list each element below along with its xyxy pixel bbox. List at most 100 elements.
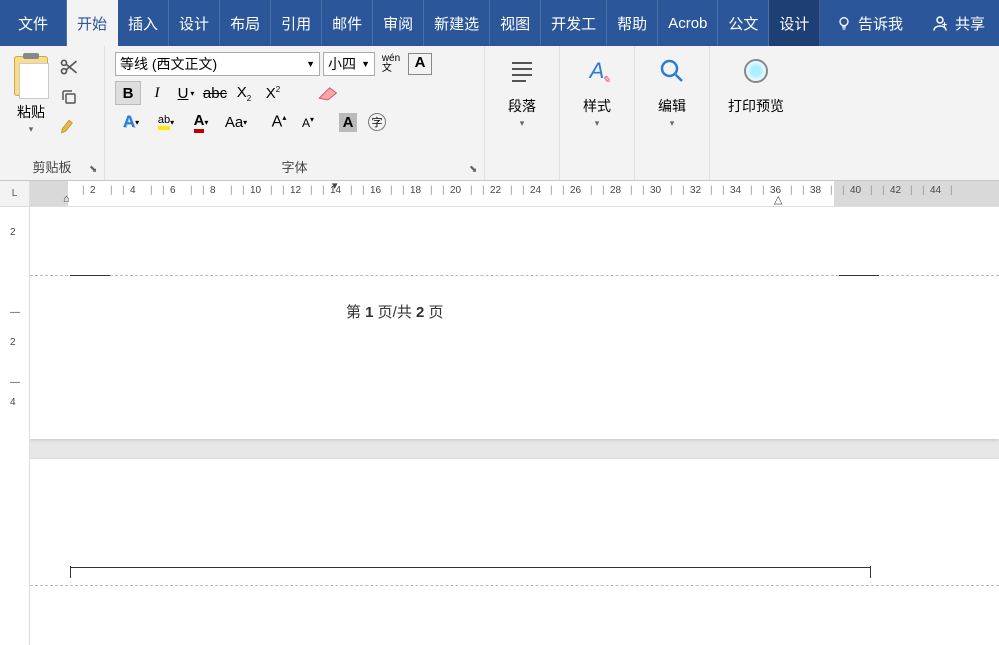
ruler-corner[interactable]: L [0, 181, 30, 206]
paragraph-button[interactable]: 段落 ▾ [503, 52, 541, 129]
copy-icon [60, 88, 78, 106]
share-icon [931, 14, 949, 32]
vertical-ruler[interactable]: 2 — 2 — 4 [0, 207, 30, 645]
ruler-tick: 2 [90, 185, 96, 196]
ruler-tick: 20 [450, 185, 461, 196]
font-name-select[interactable]: 等线 (西文正文) ▼ [115, 52, 320, 76]
clear-formatting-button[interactable] [310, 81, 344, 105]
change-case-button[interactable]: Aa▾ [220, 110, 252, 134]
tab-help[interactable]: 帮助 [607, 0, 658, 46]
character-shading-button[interactable]: A [335, 110, 361, 134]
font-dialog-launcher[interactable]: ⬊ [469, 164, 481, 176]
tab-layout[interactable]: 布局 [220, 0, 271, 46]
font-size-select[interactable]: 小四 ▼ [323, 52, 375, 76]
border-a-icon: A [408, 53, 432, 75]
ruler-tick: 8 [210, 185, 216, 196]
group-font: 等线 (西文正文) ▼ 小四 ▼ wén文 A B I U▾ abc X2 X2 [105, 46, 485, 180]
font-color-icon: A [194, 112, 205, 133]
ruler-tick: 4 [130, 185, 136, 196]
tell-me-button[interactable]: 告诉我 [822, 13, 917, 34]
ruler-tick: 28 [610, 185, 621, 196]
tab-mail[interactable]: 邮件 [322, 0, 373, 46]
document-page-2[interactable] [30, 459, 999, 645]
strikethrough-button[interactable]: abc [202, 81, 228, 105]
chevron-down-icon: ▾ [595, 118, 600, 129]
tell-me-label: 告诉我 [858, 13, 903, 34]
strikethrough-icon: abc [203, 85, 227, 102]
tab-home[interactable]: 开始 [67, 0, 118, 46]
enclose-characters-button[interactable]: 字 [364, 110, 390, 134]
ruler-tick: 34 [730, 185, 741, 196]
ruler-tick: 38 [810, 185, 821, 196]
share-button[interactable]: 共享 [917, 13, 999, 34]
highlight-icon: ab [158, 114, 170, 130]
character-border-button[interactable]: A [407, 52, 433, 76]
editing-button[interactable]: 编辑 ▾ [653, 52, 691, 129]
shrink-font-button[interactable]: A▾ [295, 110, 321, 134]
paragraph-label: 段落 [508, 96, 536, 116]
bold-button[interactable]: B [115, 81, 141, 105]
chevron-down-icon: ▼ [306, 59, 315, 69]
copy-button[interactable] [58, 86, 80, 108]
font-size-value: 小四 [328, 54, 356, 74]
tab-acrobat[interactable]: Acrob [658, 0, 718, 46]
paste-button[interactable]: 粘贴 ▾ [6, 50, 56, 135]
cut-button[interactable] [58, 56, 80, 78]
group-editing: 编辑 ▾ [635, 46, 710, 180]
ruler-tick: 36 [770, 185, 781, 196]
underline-button[interactable]: U▾ [173, 81, 199, 105]
scissors-icon [59, 57, 79, 77]
tab-developer[interactable]: 开发工 [541, 0, 607, 46]
print-preview-button[interactable]: 打印预览 [728, 52, 784, 116]
phonetic-guide-button[interactable]: wén文 [378, 52, 404, 76]
ruler-area: L ▾ ⌂ △ 2||4||6||8||10||12||14||16||18||… [0, 181, 999, 207]
subscript-icon: X2 [237, 84, 251, 103]
highlight-button[interactable]: ab▾ [150, 110, 182, 134]
tab-references[interactable]: 引用 [271, 0, 322, 46]
ruler-tick: 22 [490, 185, 501, 196]
preview-icon [744, 59, 768, 83]
chevron-down-icon: ▾ [520, 118, 525, 129]
tab-view[interactable]: 视图 [490, 0, 541, 46]
superscript-button[interactable]: X2 [260, 81, 286, 105]
clipboard-dialog-launcher[interactable]: ⬊ [89, 164, 101, 176]
grow-font-icon: A▴ [272, 113, 287, 131]
tab-design2[interactable]: 设计 [769, 0, 820, 46]
font-name-value: 等线 (西文正文) [120, 54, 217, 74]
format-painter-button[interactable] [58, 116, 80, 138]
chevron-down-icon: ▾ [670, 118, 675, 129]
font-color-button[interactable]: A▾ [185, 110, 217, 134]
grow-font-button[interactable]: A▴ [266, 110, 292, 134]
tab-insert[interactable]: 插入 [118, 0, 169, 46]
font-group-label: 字体 [111, 155, 478, 178]
chevron-down-icon: ▾ [29, 124, 34, 135]
styles-label: 样式 [583, 96, 611, 116]
styles-icon: A✎ [590, 58, 605, 84]
ruler-tick: 32 [690, 185, 701, 196]
clipboard-icon [14, 56, 48, 96]
change-case-icon: Aa [225, 114, 243, 131]
ruler-tick: 44 [930, 185, 941, 196]
italic-button[interactable]: I [144, 81, 170, 105]
indent-marker-bottom[interactable]: ⌂ [63, 193, 75, 205]
tab-file[interactable]: 文件 [0, 0, 67, 46]
document-page-1[interactable]: 第 1 页/共 2 页 [30, 207, 999, 439]
chevron-down-icon: ▼ [361, 59, 370, 69]
tab-new[interactable]: 新建选 [424, 0, 490, 46]
underline-icon: U [178, 85, 189, 102]
pages-container: 第 1 页/共 2 页 [30, 207, 999, 645]
ribbon-tabs: 文件 开始 插入 设计 布局 引用 邮件 审阅 新建选 视图 开发工 帮助 Ac… [0, 0, 999, 46]
horizontal-ruler[interactable]: ▾ ⌂ △ 2||4||6||8||10||12||14||16||18||20… [30, 181, 999, 206]
wen-icon: wén文 [382, 54, 400, 74]
shrink-font-icon: A▾ [302, 115, 314, 130]
styles-button[interactable]: A✎ 样式 ▾ [578, 52, 616, 129]
editing-label: 编辑 [658, 96, 686, 116]
ruler-tick: 12 [290, 185, 301, 196]
paragraph-icon [506, 55, 538, 87]
subscript-button[interactable]: X2 [231, 81, 257, 105]
lightbulb-icon [836, 15, 852, 31]
tab-official[interactable]: 公文 [718, 0, 769, 46]
tab-design[interactable]: 设计 [169, 0, 220, 46]
text-effects-button[interactable]: A▾ [115, 110, 147, 134]
tab-review[interactable]: 审阅 [373, 0, 424, 46]
